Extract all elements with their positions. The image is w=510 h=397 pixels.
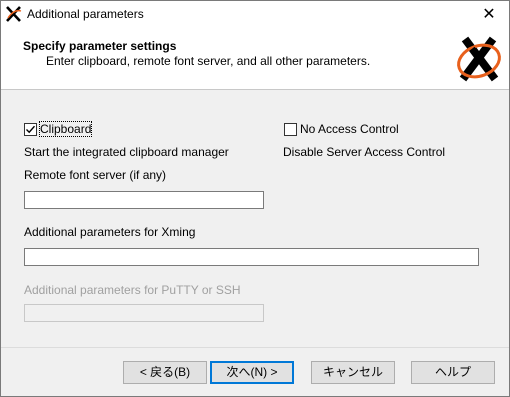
no-access-control-checkbox-box[interactable] [284,122,297,136]
xming-params-input[interactable] [24,248,479,266]
back-button[interactable]: < 戻る(B) [123,361,207,384]
xming-logo-icon [457,36,501,82]
header-title: Specify parameter settings [23,39,177,53]
wizard-header: Specify parameter settings Enter clipboa… [1,29,509,90]
footer-divider [1,347,509,348]
putty-params-input[interactable] [24,304,264,322]
clipboard-label[interactable]: Clipboard [38,121,93,137]
no-access-control-checkbox[interactable]: No Access Control [284,122,399,136]
title-bar: Additional parameters ✕ [1,1,509,29]
close-icon: ✕ [482,6,496,23]
header-subtitle: Enter clipboard, remote font server, and… [46,54,371,68]
clipboard-description: Start the integrated clipboard manager [24,145,229,159]
no-access-control-label[interactable]: No Access Control [300,122,399,136]
next-button[interactable]: 次へ(N) > [210,361,294,384]
checkmark-icon [26,125,36,133]
window-title: Additional parameters [27,7,144,21]
help-button[interactable]: ヘルプ [411,361,495,384]
clipboard-checkbox-box[interactable] [24,122,37,136]
remote-font-server-label: Remote font server (if any) [24,168,167,182]
xming-params-label: Additional parameters for Xming [24,225,196,239]
putty-params-label: Additional parameters for PuTTY or SSH [24,283,241,297]
xming-app-icon [6,6,22,22]
clipboard-checkbox[interactable]: Clipboard [24,121,93,137]
remote-font-server-input[interactable] [24,191,264,209]
dialog-window: Additional parameters ✕ Specify paramete… [0,0,510,397]
close-button[interactable]: ✕ [469,1,509,29]
no-access-control-description: Disable Server Access Control [283,145,446,159]
cancel-button[interactable]: キャンセル [311,361,395,384]
